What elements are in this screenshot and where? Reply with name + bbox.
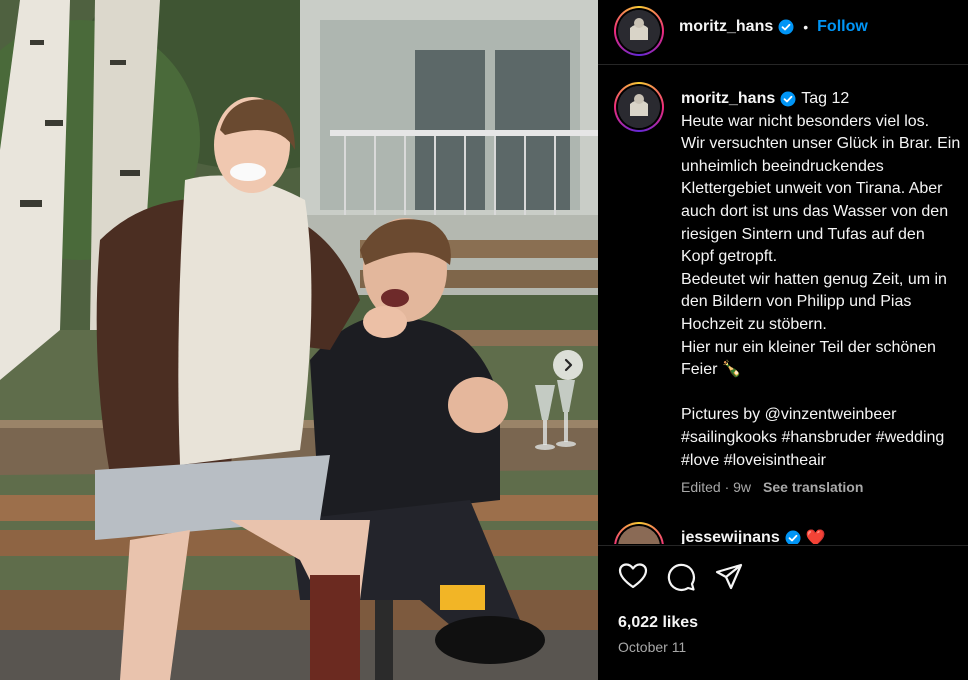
edited-timestamp: Edited · 9w [681, 479, 752, 495]
caption-line: Klettergebiet unweit von Tirana. Aber [681, 180, 943, 198]
follow-button[interactable]: Follow [817, 18, 868, 36]
see-translation-link[interactable]: See translation [763, 479, 863, 495]
share-icon [715, 563, 743, 590]
caption-avatar[interactable] [614, 82, 664, 132]
photo-image [0, 0, 598, 680]
caption-hashtags[interactable]: #love #loveisintheair [681, 450, 968, 473]
comment-button[interactable] [666, 562, 696, 597]
caption-line: Heute war nicht besonders viel los. [681, 112, 930, 130]
verified-badge-icon [785, 530, 801, 544]
avatar[interactable] [614, 6, 664, 56]
caption-line: den Bildern von Philipp und Pias [681, 293, 912, 311]
post-header: moritz_hans • Follow [598, 0, 968, 65]
next-photo-button[interactable] [553, 350, 583, 380]
caption-line: auch dort ist uns das Wasser von den [681, 202, 949, 220]
caption-title: Tag 12 [801, 90, 850, 107]
caption-line: Wir versuchten unser Glück in Brar. Ein [681, 135, 961, 153]
post-side-panel: moritz_hans • Follow moritz_hans Tag 12 … [598, 0, 968, 680]
caption-line: Hochzeit zu stöbern. [681, 315, 827, 333]
post-date[interactable]: October 11 [618, 639, 686, 655]
comment-icon [667, 563, 695, 591]
heart-icon [618, 563, 648, 589]
caption-hashtags[interactable]: #sailingkooks #hansbruder #wedding [681, 427, 968, 450]
caption-credit[interactable]: Pictures by @vinzentweinbeer [681, 404, 968, 427]
comment-emoji: ❤️ [805, 530, 826, 544]
separator-dot: • [803, 19, 809, 35]
caption-line: Hier nur ein kleiner Teil der schönen [681, 338, 936, 356]
post-photo[interactable] [0, 0, 598, 680]
caption-line: unheimlich beeindruckendes [681, 157, 884, 175]
caption-meta: Edited · 9w See translation [681, 479, 863, 495]
avatar-image [618, 86, 660, 128]
like-button[interactable] [618, 562, 648, 597]
action-bar: 6,022 likes October 11 [598, 545, 968, 680]
avatar-image [618, 10, 660, 52]
chevron-right-icon [564, 358, 573, 372]
caption-line: riesigen Sintern und Tufas auf den [681, 225, 925, 243]
header-username[interactable]: moritz_hans [679, 18, 773, 36]
comment-item: jessewijnans ❤️ [614, 522, 968, 544]
caption-line: Bedeutet wir hatten genug Zeit, um in [681, 270, 947, 288]
verified-badge-icon [780, 91, 796, 107]
post-caption: moritz_hans Tag 12 Heute war nicht beson… [681, 88, 968, 472]
share-button[interactable] [714, 562, 744, 597]
like-count[interactable]: 6,022 likes [618, 614, 698, 632]
caption-line: Feier 🍾 [681, 361, 742, 379]
verified-badge-icon [778, 19, 794, 35]
comment-username[interactable]: jessewijnans [681, 529, 780, 544]
comment-avatar[interactable] [614, 522, 664, 544]
caption-line: Kopf getropft. [681, 248, 778, 266]
caption-username[interactable]: moritz_hans [681, 88, 775, 111]
